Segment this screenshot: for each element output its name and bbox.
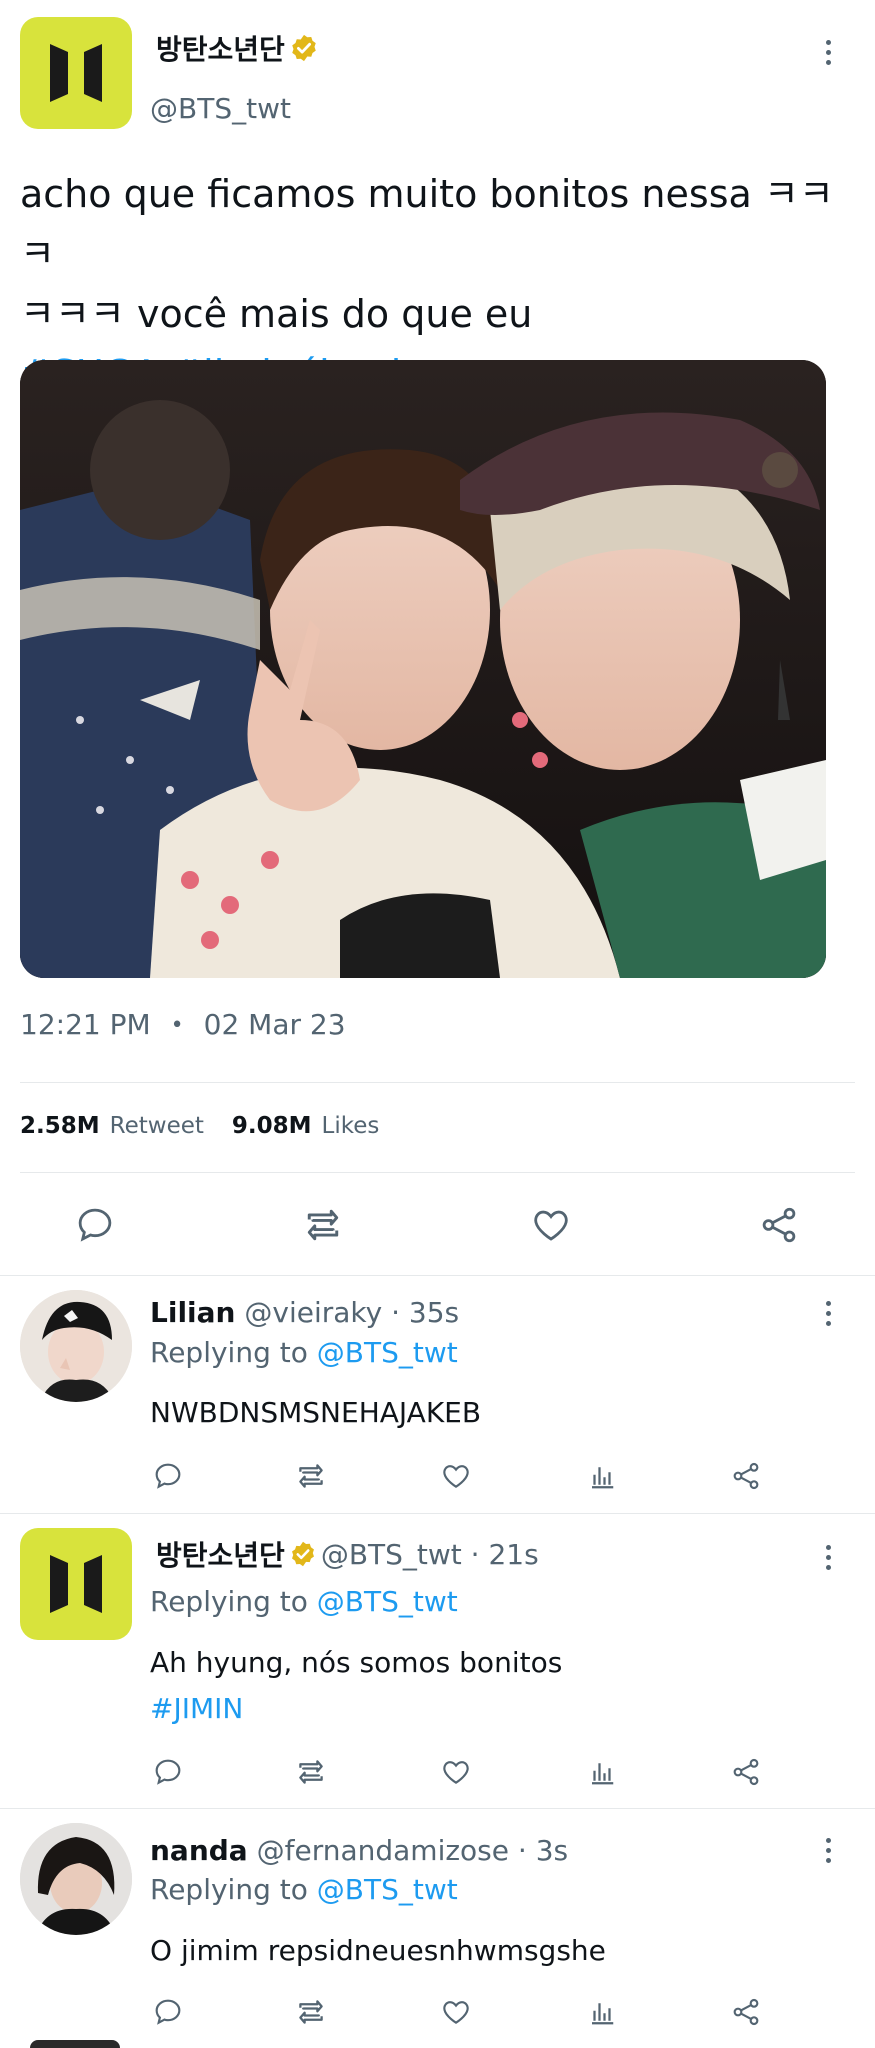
share-button[interactable] (728, 1994, 764, 2030)
reply-more-options-icon[interactable] (812, 1830, 844, 1870)
reply-button[interactable] (150, 1994, 186, 2030)
verified-badge-icon (291, 1541, 314, 1567)
reply-avatar-bts[interactable] (20, 1528, 132, 1640)
reply-author-meta[interactable]: @BTS_twt · 21s (321, 1538, 539, 1571)
retweet-icon (307, 1209, 339, 1241)
reply-author-name[interactable]: 방탄소년단 (156, 1534, 285, 1574)
analytics-icon (592, 2003, 614, 2025)
author-handle[interactable]: @BTS_twt (150, 92, 291, 125)
reply-avatar-lilian[interactable] (20, 1290, 132, 1402)
reply-button[interactable] (70, 1200, 120, 1250)
bts-logo-avatar[interactable] (20, 17, 132, 129)
reply-author-meta[interactable]: @vieiraky · 35s (244, 1296, 459, 1329)
views-button[interactable] (584, 1754, 620, 1790)
share-button[interactable] (728, 1458, 764, 1494)
verified-badge-icon (292, 34, 316, 62)
photo-illustration (20, 360, 826, 978)
more-options-icon[interactable] (812, 32, 844, 72)
analytics-icon (592, 1763, 614, 1785)
share-icon (733, 1462, 759, 1490)
share-button[interactable] (728, 1754, 764, 1790)
tweet-photo[interactable] (20, 360, 826, 978)
heart-icon (534, 1210, 568, 1241)
heart-icon (443, 1465, 469, 1488)
reply-text: Ah hyung, nós somos bonitos (150, 1646, 563, 1679)
next-reply-avatar-partial (30, 2040, 120, 2048)
reply-button[interactable] (150, 1754, 186, 1790)
reply-more-options-icon[interactable] (812, 1537, 844, 1577)
reply-author-name[interactable]: Lilian (150, 1296, 235, 1329)
retweet-icon (299, 1464, 323, 1488)
divider-1 (20, 1082, 855, 1083)
views-button[interactable] (584, 1994, 620, 2030)
avatar-photo (20, 1290, 132, 1402)
author-display-name[interactable]: 방탄소년단 (156, 28, 285, 68)
comment-icon (155, 1463, 181, 1489)
divider-4 (0, 1513, 875, 1514)
reply-text: O jimim repsidneuesnhwmsgshe (150, 1934, 606, 1967)
divider-3 (0, 1275, 875, 1276)
reply-more-options-icon[interactable] (812, 1293, 844, 1333)
replying-to-label: Replying to (150, 1585, 308, 1618)
share-icon (733, 1758, 759, 1786)
retweet-button[interactable] (293, 1458, 329, 1494)
reply-button[interactable] (150, 1458, 186, 1494)
analytics-icon (592, 1467, 614, 1489)
like-button[interactable] (438, 1994, 474, 2030)
like-button[interactable] (438, 1458, 474, 1494)
retweet-button[interactable] (293, 1754, 329, 1790)
replying-to-handle[interactable]: @BTS_twt (317, 1873, 458, 1906)
reply-author-meta[interactable]: @fernandamizose · 3s (257, 1834, 569, 1867)
replying-to-handle[interactable]: @BTS_twt (317, 1585, 458, 1618)
avatar-photo (20, 1823, 132, 1935)
reply-avatar-nanda[interactable] (20, 1823, 132, 1935)
like-button[interactable] (526, 1200, 576, 1250)
heart-icon (443, 2001, 469, 2024)
retweet-count[interactable]: 2.58M (20, 1113, 100, 1139)
tweet-time: 12:21 PM (20, 1008, 151, 1041)
share-button[interactable] (754, 1200, 804, 1250)
time-separator: • (170, 1013, 184, 1038)
reply-author-name[interactable]: nanda (150, 1834, 248, 1867)
like-button[interactable] (438, 1754, 474, 1790)
heart-icon (443, 1761, 469, 1784)
retweet-icon (299, 2000, 323, 2024)
divider-2 (20, 1172, 855, 1173)
retweet-button[interactable] (298, 1200, 348, 1250)
retweet-label[interactable]: Retweet (110, 1113, 204, 1139)
views-button[interactable] (584, 1458, 620, 1494)
retweet-icon (299, 1760, 323, 1784)
replying-to-label: Replying to (150, 1336, 308, 1369)
reply-text: NWBDNSMSNEHAJAKEB (150, 1396, 482, 1429)
share-icon (733, 1998, 759, 2026)
bts-logo-icon (50, 1555, 102, 1613)
tweet-text-line1: acho que ficamos muito bonitos nessa ㅋㅋㅋ (20, 172, 834, 276)
tweet-text-line2: ㅋㅋㅋ você mais do que eu (20, 292, 533, 336)
tweet-date: 02 Mar 23 (203, 1008, 346, 1041)
comment-icon (155, 1759, 181, 1785)
retweet-button[interactable] (293, 1994, 329, 2030)
replying-to-handle[interactable]: @BTS_twt (317, 1336, 458, 1369)
share-icon (762, 1207, 796, 1243)
comment-icon (78, 1208, 112, 1242)
replying-to-label: Replying to (150, 1873, 308, 1906)
bts-logo-icon (50, 44, 102, 102)
likes-count[interactable]: 9.08M (232, 1113, 312, 1139)
comment-icon (155, 1999, 181, 2025)
likes-label[interactable]: Likes (322, 1113, 380, 1139)
divider-5 (0, 1808, 875, 1809)
reply-hashtag[interactable]: #JIMIN (150, 1692, 243, 1725)
